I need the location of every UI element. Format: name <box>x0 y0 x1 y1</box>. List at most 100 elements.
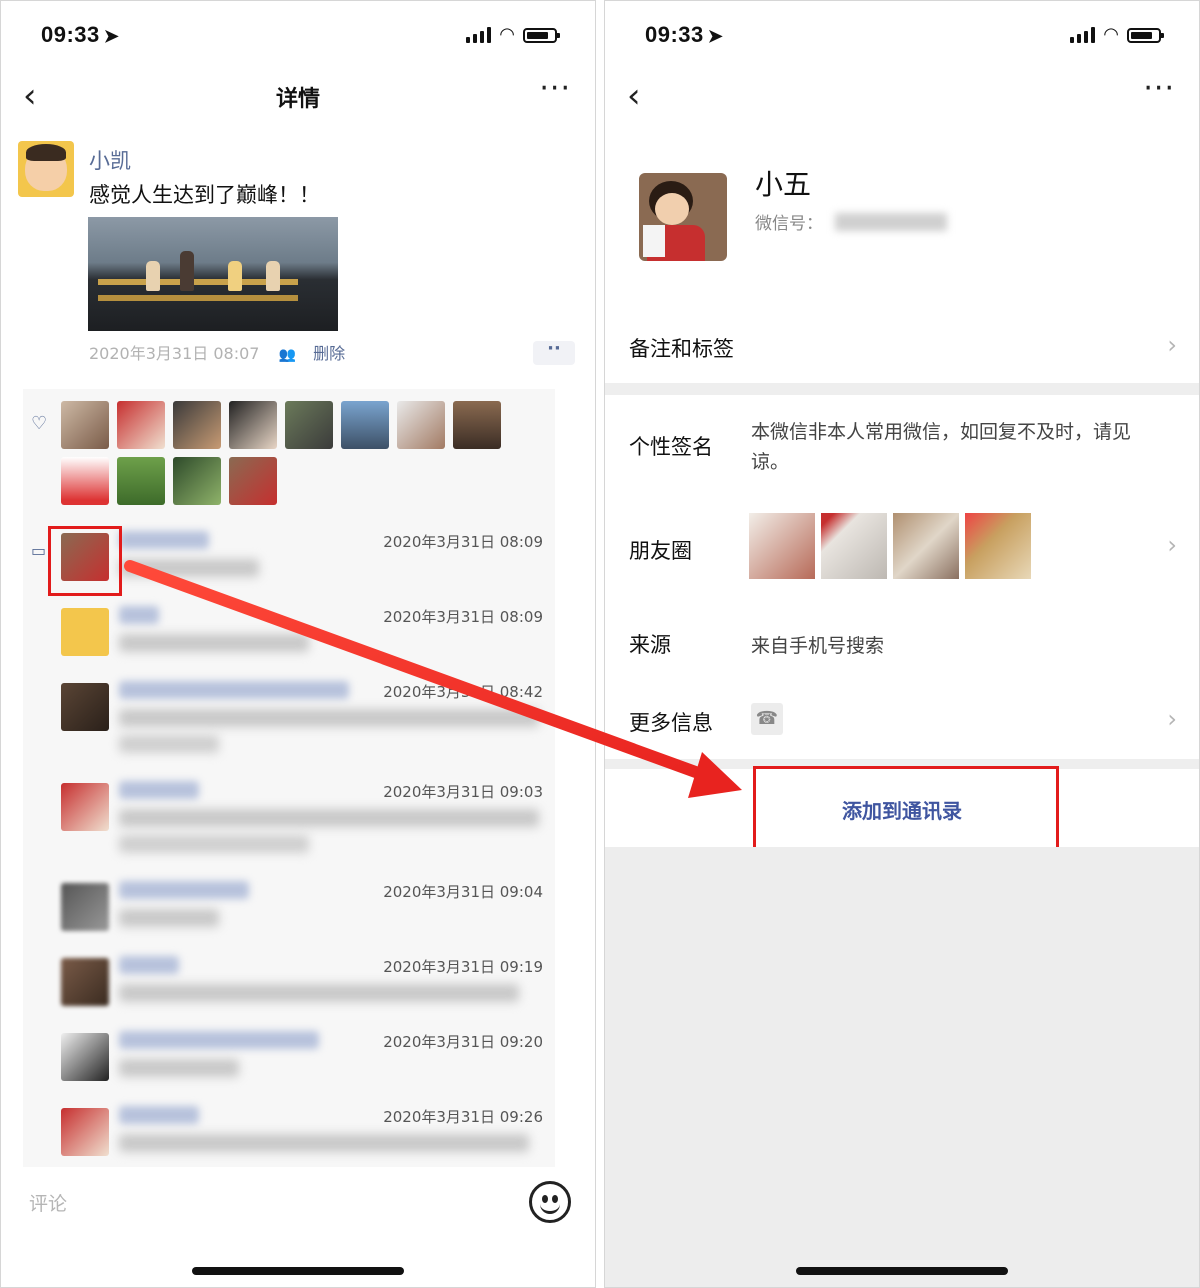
like-avatar[interactable] <box>117 457 165 505</box>
moment-post: 小凯 感觉人生达到了巅峰！！ 2020年3月31日 08:07 👥 删除 ·· <box>1 127 595 387</box>
author-name[interactable]: 小凯 <box>89 145 131 175</box>
status-time-text: 09:33 <box>41 22 100 47</box>
status-bar: 09:33 ➤ ◠ <box>41 19 560 51</box>
commenter-avatar[interactable] <box>61 608 109 656</box>
comment-text-blurred <box>119 1134 529 1152</box>
comment-time: 2020年3月31日 08:09 <box>383 533 543 551</box>
highlighted-commenter-box <box>48 526 122 596</box>
home-indicator <box>192 1267 404 1275</box>
post-text: 感觉人生达到了巅峰！！ <box>89 183 320 207</box>
profile-name: 小五 <box>755 168 812 201</box>
profile-avatar[interactable] <box>639 173 727 261</box>
remarks-label: 备注和标签 <box>629 337 734 361</box>
back-icon[interactable]: ‹ <box>23 79 37 113</box>
status-time: 09:33 ➤ <box>41 22 119 48</box>
comment-item[interactable]: 2020年3月31日 09:26 <box>59 1104 555 1174</box>
phone-icon: ☎ <box>751 703 783 735</box>
wifi-icon: ◠ <box>1103 24 1119 45</box>
emoji-icon[interactable] <box>529 1181 571 1223</box>
wechat-id-label: 微信号： <box>755 214 823 234</box>
more-info-row[interactable]: 更多信息 ☎ › <box>605 681 1199 759</box>
location-icon: ➤ <box>707 26 724 46</box>
source-label: 来源 <box>629 633 671 657</box>
moment-thumb <box>965 513 1031 579</box>
chevron-right-icon: › <box>1167 331 1177 359</box>
visibility-icon[interactable]: 👥 <box>279 347 296 363</box>
more-icon[interactable]: ··· <box>1143 74 1175 104</box>
comment-text-blurred <box>119 709 539 727</box>
comment-input[interactable]: 评论 <box>29 1189 67 1216</box>
source-text: 来自手机号搜索 <box>751 635 885 657</box>
comment-item[interactable]: 2020年3月31日 09:19 <box>59 954 555 1024</box>
commenter-avatar[interactable] <box>61 1108 109 1156</box>
moment-thumb <box>821 513 887 579</box>
like-avatar[interactable] <box>61 457 109 505</box>
signature-row: 个性签名 本微信非本人常用微信，如回复不及时，请见谅。 <box>605 395 1199 493</box>
commenter-name-blurred <box>119 881 249 899</box>
post-timestamp: 2020年3月31日 08:07 <box>89 344 260 363</box>
heart-icon: ♡ <box>31 413 48 434</box>
like-avatar[interactable] <box>229 401 277 449</box>
comment-input-bar: 评论 <box>1 1167 595 1287</box>
comment-time: 2020年3月31日 09:26 <box>383 1108 543 1126</box>
like-avatar[interactable] <box>397 401 445 449</box>
comment-item[interactable]: 2020年3月31日 09:03 <box>59 779 555 853</box>
moments-row[interactable]: 朋友圈 › <box>605 493 1199 603</box>
more-info-label: 更多信息 <box>629 711 713 735</box>
comment-text-blurred <box>119 984 519 1002</box>
more-icon[interactable]: ··· <box>539 74 571 104</box>
moments-label: 朋友圈 <box>629 539 692 563</box>
like-avatar[interactable] <box>229 457 277 505</box>
like-avatar[interactable] <box>173 401 221 449</box>
moments-thumbnails <box>749 513 1031 579</box>
nav-bar: ‹ ··· <box>605 67 1199 127</box>
signature-label: 个性签名 <box>629 435 713 459</box>
likes-and-comments: ♡ ▭ 2020年3月31日 08:09 2020年3月31日 08:09 20… <box>23 389 555 1167</box>
commenter-avatar[interactable] <box>61 883 109 931</box>
post-actions-button[interactable]: ·· <box>533 340 575 365</box>
like-avatar[interactable] <box>173 457 221 505</box>
status-time: 09:33 ➤ <box>645 22 723 48</box>
commenter-avatar[interactable] <box>61 683 109 731</box>
comment-item[interactable]: 2020年3月31日 08:09 <box>59 604 555 674</box>
comment-item[interactable]: 2020年3月31日 09:04 <box>59 879 555 949</box>
comment-text-blurred <box>119 559 259 577</box>
commenter-name-blurred <box>119 956 179 974</box>
commenter-name-blurred <box>119 681 349 699</box>
comment-item[interactable]: 2020年3月31日 09:20 <box>59 1029 555 1099</box>
comment-time: 2020年3月31日 09:03 <box>383 783 543 801</box>
post-image[interactable] <box>88 217 338 331</box>
commenter-avatar[interactable] <box>61 783 109 831</box>
like-avatar[interactable] <box>341 401 389 449</box>
commenter-avatar[interactable] <box>61 1033 109 1081</box>
comment-text-blurred <box>119 634 309 652</box>
section-divider <box>605 383 1199 395</box>
commenter-name-blurred <box>119 781 199 799</box>
like-avatar[interactable] <box>61 401 109 449</box>
commenter-name-blurred <box>119 1031 319 1049</box>
wechat-id-blurred <box>835 212 947 231</box>
moments-detail-screen: 09:33 ➤ ◠ ‹ 详情 ··· 小凯 感觉人生达到了巅峰！！ 2020年3月… <box>0 0 596 1288</box>
like-avatar[interactable] <box>117 401 165 449</box>
author-avatar[interactable] <box>18 141 74 197</box>
like-avatar[interactable] <box>285 401 333 449</box>
signature-text: 本微信非本人常用微信，如回复不及时，请见谅。 <box>751 421 1132 473</box>
delete-link[interactable]: 删除 <box>313 344 345 363</box>
wechat-id: 微信号： <box>755 209 947 234</box>
status-bar: 09:33 ➤ ◠ <box>645 19 1164 51</box>
battery-icon <box>523 27 560 43</box>
comment-text-blurred <box>119 809 539 827</box>
status-time-text: 09:33 <box>645 22 704 47</box>
chevron-right-icon: › <box>1167 531 1177 559</box>
battery-icon <box>1127 27 1164 43</box>
comment-text-blurred <box>119 1059 239 1077</box>
back-icon[interactable]: ‹ <box>627 79 641 113</box>
source-row: 来源 来自手机号搜索 <box>605 603 1199 681</box>
home-indicator <box>796 1267 1008 1275</box>
like-avatar[interactable] <box>453 401 501 449</box>
comment-text-blurred <box>119 835 309 853</box>
comment-item[interactable]: 2020年3月31日 08:42 <box>59 679 555 753</box>
commenter-avatar[interactable] <box>61 958 109 1006</box>
comment-item[interactable]: 2020年3月31日 08:09 <box>59 529 555 599</box>
remarks-row[interactable]: 备注和标签 › <box>605 311 1199 383</box>
